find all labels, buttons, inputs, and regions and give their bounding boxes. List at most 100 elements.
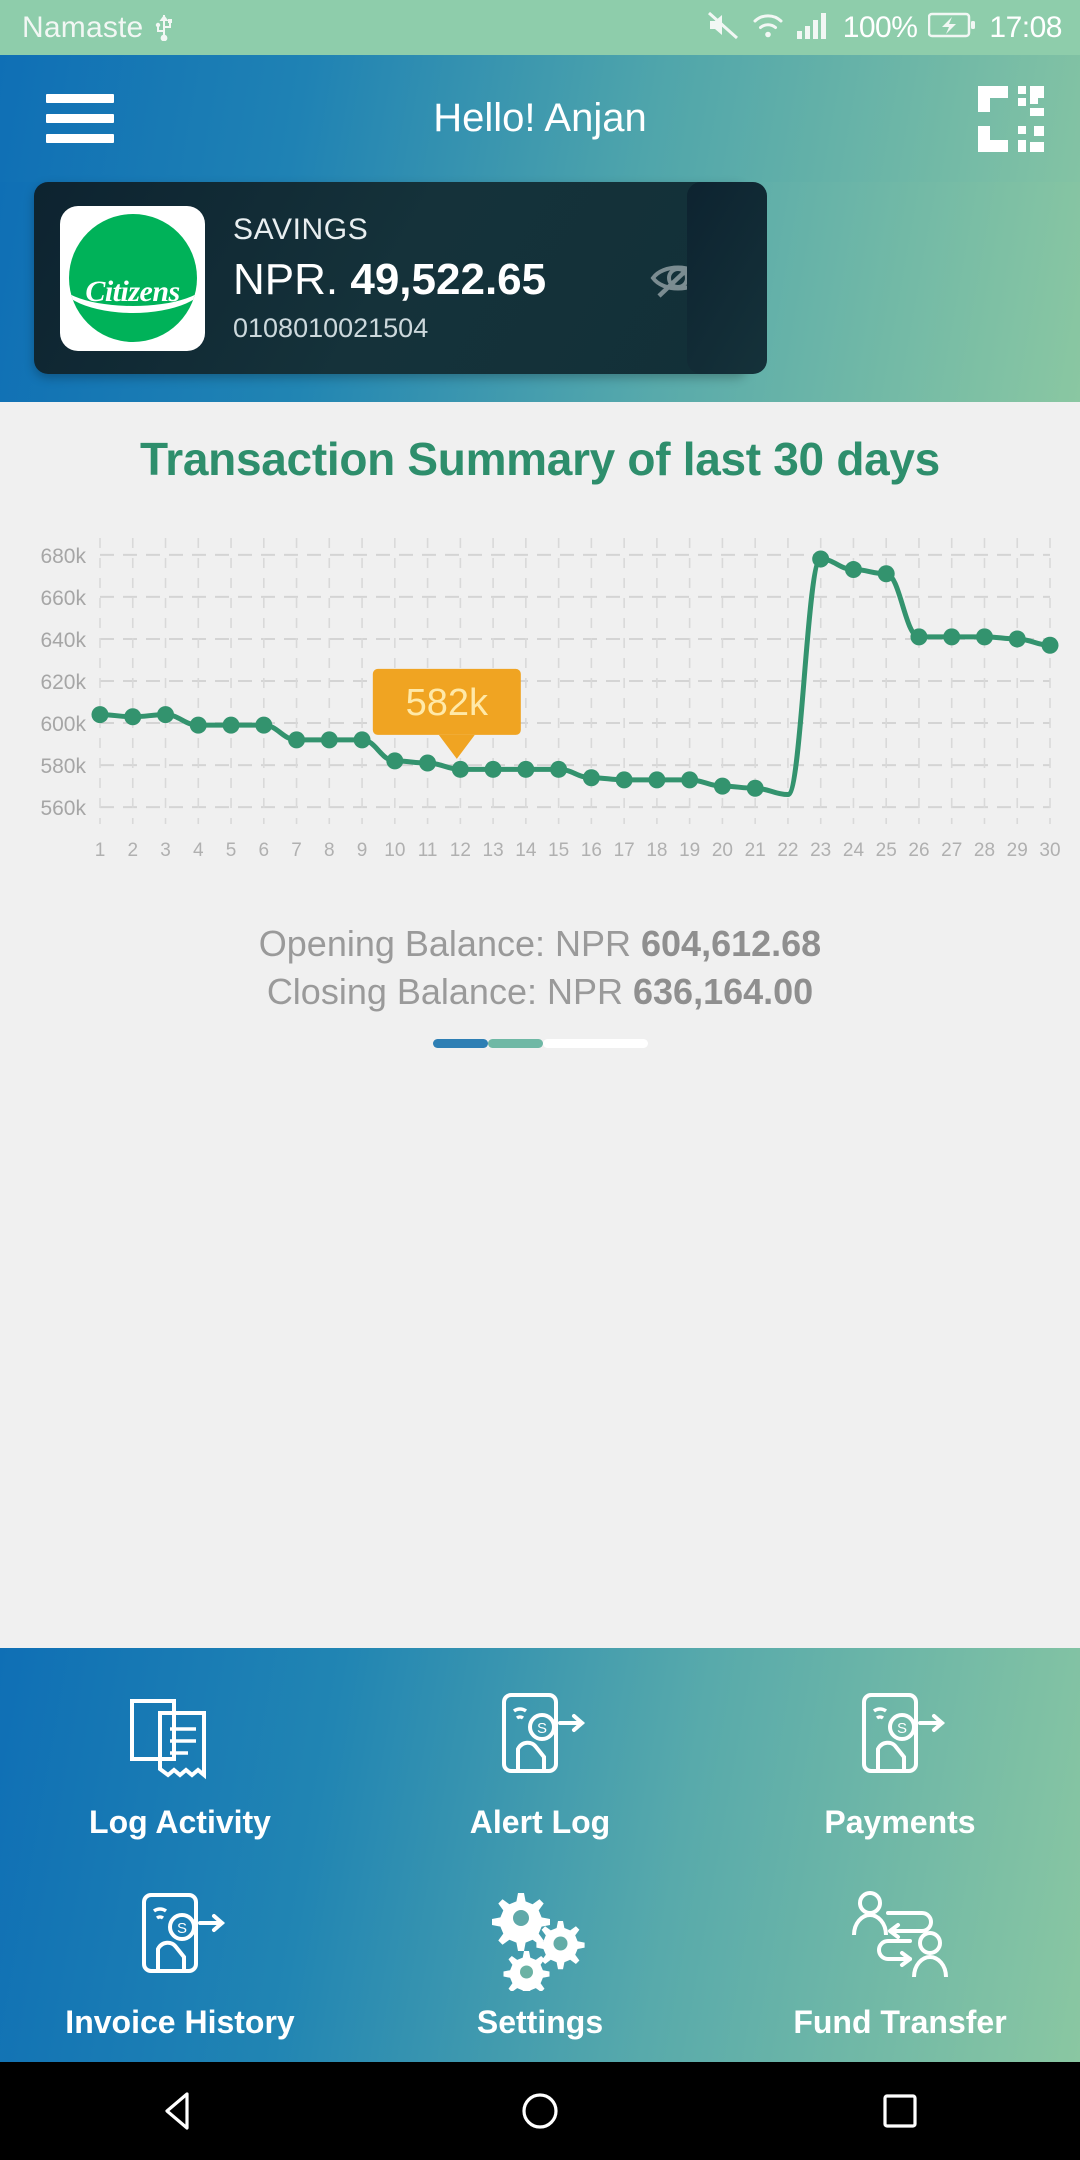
nav-label: Invoice History <box>65 2003 295 2040</box>
svg-text:680k: 680k <box>40 545 86 568</box>
svg-text:10: 10 <box>384 840 405 861</box>
back-triangle-icon[interactable] <box>150 2081 210 2141</box>
nav-item-fund-transfer[interactable]: Fund Transfer <box>793 1884 1007 2041</box>
account-card-carousel[interactable]: Citizens SAVINGS NPR. 49,522.65 01080100… <box>0 182 1080 402</box>
nav-item-invoice-history[interactable]: S Invoice History <box>65 1884 295 2041</box>
qr-scan-icon[interactable] <box>978 85 1044 152</box>
svg-text:22: 22 <box>777 840 798 861</box>
svg-text:24: 24 <box>843 840 865 861</box>
svg-text:25: 25 <box>876 840 897 861</box>
account-number-label: 0108010021504 <box>233 312 429 343</box>
documents-stack-icon <box>120 1684 240 1794</box>
gears-settings-icon <box>480 1884 600 1994</box>
balance-line-chart[interactable]: 680k 660k 640k 620k 600k 580k 560k 1 2 3 4 5 6 7 8 9 10 1… <box>0 524 1080 904</box>
opening-balance-value: 604,612.68 <box>641 923 822 964</box>
account-card[interactable]: Citizens SAVINGS NPR. 49,522.65 01080100… <box>34 182 767 374</box>
svg-text:26: 26 <box>908 840 929 861</box>
svg-text:582k: 582k <box>406 682 489 724</box>
nav-label: Settings <box>476 2003 604 2040</box>
battery-percent-label: 100% <box>842 10 918 44</box>
carrier-label: Namaste <box>22 10 144 44</box>
nav-label: Alert Log <box>469 1803 611 1840</box>
next-account-card-peek[interactable] <box>687 182 767 374</box>
closing-balance-row: Closing Balance: NPR 636,164.00 <box>0 968 1080 1016</box>
bank-logo: Citizens <box>60 205 205 351</box>
svg-text:S: S <box>897 1720 907 1737</box>
nav-item-log-activity[interactable]: Log Activity <box>89 1684 271 1841</box>
hamburger-menu-icon[interactable] <box>46 94 114 143</box>
svg-text:18: 18 <box>646 840 667 861</box>
nav-item-alert-log[interactable]: S Alert Log <box>470 1684 610 1841</box>
svg-text:20: 20 <box>712 840 733 861</box>
svg-text:15: 15 <box>548 840 569 861</box>
pager-dot[interactable] <box>542 1039 648 1049</box>
svg-text:27: 27 <box>941 840 962 861</box>
svg-text:640k: 640k <box>40 629 86 652</box>
app-screen: Namaste 100% 17:08 Hello! Anjan Citizens… <box>0 0 1080 2160</box>
svg-text:19: 19 <box>679 840 700 861</box>
svg-text:1: 1 <box>95 840 106 861</box>
svg-text:23: 23 <box>810 840 831 861</box>
svg-text:660k: 660k <box>40 587 86 610</box>
recents-square-icon[interactable] <box>870 2081 930 2141</box>
transaction-summary-panel: Transaction Summary of last 30 days 680k… <box>0 402 1080 1648</box>
svg-text:580k: 580k <box>40 755 86 778</box>
carousel-pager[interactable] <box>0 1039 1080 1049</box>
nav-label: Payments <box>824 1803 976 1840</box>
people-transfer-icon <box>840 1884 960 1994</box>
currency-label: NPR. <box>233 254 339 304</box>
nav-item-settings[interactable]: Settings <box>477 1884 603 2041</box>
status-bar-left: Namaste <box>22 9 175 46</box>
mobile-invoice-icon: S <box>120 1884 240 1994</box>
nav-label: Fund Transfer <box>793 2003 1007 2040</box>
svg-text:7: 7 <box>291 840 302 861</box>
svg-text:S: S <box>177 1920 187 1937</box>
nav-item-payments[interactable]: S Payments <box>824 1684 976 1841</box>
svg-text:17: 17 <box>614 840 635 861</box>
svg-text:16: 16 <box>581 840 602 861</box>
opening-balance-row: Opening Balance: NPR 604,612.68 <box>0 920 1080 968</box>
summary-title: Transaction Summary of last 30 days <box>140 433 940 485</box>
bank-logo-circle: Citizens <box>68 214 197 342</box>
account-balance: NPR. 49,522.65 <box>233 255 647 305</box>
svg-text:5: 5 <box>226 840 237 861</box>
balance-amount: 49,522.65 <box>350 254 547 304</box>
usb-icon <box>153 9 175 46</box>
status-bar: Namaste 100% 17:08 <box>0 0 1080 55</box>
hamburger-bar <box>46 114 114 123</box>
chart-svg: 680k660k640k620k600k580k560k1 2 3 4 5 6 7 8 9 10 1… <box>40 538 1061 861</box>
account-details: SAVINGS NPR. 49,522.65 0108010021504 <box>233 213 647 344</box>
svg-text:28: 28 <box>974 840 995 861</box>
svg-text:11: 11 <box>418 840 438 861</box>
svg-text:14: 14 <box>515 840 537 861</box>
status-bar-right: 100% 17:08 <box>706 9 1062 46</box>
android-system-nav <box>0 2062 1080 2160</box>
mobile-payment-icon: S <box>840 1684 960 1794</box>
clock-label: 17:08 <box>989 10 1062 44</box>
svg-text:21: 21 <box>745 840 766 861</box>
pager-dot[interactable] <box>487 1039 543 1049</box>
svg-text:600k: 600k <box>40 713 86 736</box>
svg-text:9: 9 <box>357 840 368 861</box>
hamburger-bar <box>46 94 114 103</box>
home-circle-icon[interactable] <box>510 2081 570 2141</box>
bank-name-label: Citizens <box>85 275 180 308</box>
svg-text:30: 30 <box>1039 840 1060 861</box>
svg-text:3: 3 <box>160 840 171 861</box>
pager-dot-active[interactable] <box>432 1039 488 1049</box>
closing-balance-label: Closing Balance: NPR <box>266 970 623 1012</box>
svg-text:560k: 560k <box>40 797 86 820</box>
svg-text:S: S <box>537 1720 547 1737</box>
account-type-label: SAVINGS <box>233 212 369 246</box>
balance-summary: Opening Balance: NPR 604,612.68 Closing … <box>0 920 1080 1015</box>
cellular-signal-icon <box>796 9 832 46</box>
svg-text:620k: 620k <box>40 671 86 694</box>
svg-text:29: 29 <box>1007 840 1028 861</box>
volume-mute-icon <box>706 9 740 46</box>
battery-charging-icon <box>928 10 976 45</box>
svg-text:8: 8 <box>324 840 335 861</box>
svg-text:12: 12 <box>450 840 471 861</box>
svg-text:13: 13 <box>483 840 504 861</box>
hamburger-bar <box>46 134 114 143</box>
svg-text:4: 4 <box>193 840 204 861</box>
